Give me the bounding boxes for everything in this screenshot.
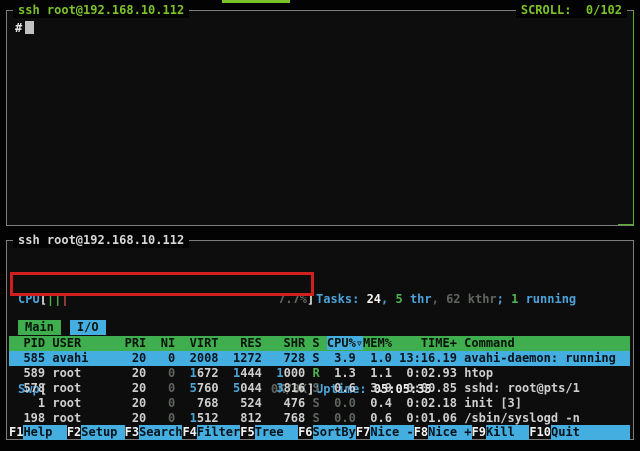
fkey-filter[interactable]: F4Filter	[182, 425, 240, 440]
table-row[interactable]: 1 root 20 0 768 524 476 S 0.0 0.4 0:02.1…	[9, 396, 630, 411]
bottom-pane-title: ssh root@192.168.10.112	[13, 233, 189, 248]
screen-artifact	[222, 0, 290, 3]
active-pane-accent	[618, 224, 634, 225]
top-terminal-pane[interactable]: ssh root@192.168.10.112 SCROLL: 0/102 #	[6, 10, 634, 226]
function-key-bar: F1Help F2Setup F3SearchF4FilterF5Tree F6…	[9, 425, 630, 440]
fkey-tree[interactable]: F5Tree	[240, 425, 298, 440]
bottom-terminal-pane[interactable]: ssh root@192.168.10.112 CPU[||| 7.7%] Me…	[6, 240, 634, 440]
terminal-cursor	[25, 21, 34, 34]
table-row[interactable]: 578 root 20 0 5760 5044 3816 S 0.6 3.9 0…	[9, 381, 630, 396]
cpu-meter: CPU[||| 7.7%]	[18, 292, 314, 307]
table-row[interactable]: 589 root 20 0 1672 1444 1000 R 1.3 1.1 0…	[9, 366, 630, 381]
tasks-summary: Tasks: 24, 5 thr, 62 kthr; 1 running	[316, 292, 576, 307]
fkey-help[interactable]: F1Help	[9, 425, 67, 440]
fkey-kill[interactable]: F9Kill	[472, 425, 530, 440]
process-table-header[interactable]: PID USER PRI NI VIRT RES SHR S CPU%▿MEM%…	[9, 336, 630, 351]
process-table: 585 avahi 20 0 2008 1272 728 S 3.9 1.0 1…	[9, 351, 630, 426]
fkey-quit[interactable]: F10Quit	[529, 425, 630, 440]
table-row[interactable]: 198 root 20 0 1512 812 768 S 0.0 0.6 0:0…	[9, 411, 630, 426]
table-row[interactable]: 585 avahi 20 0 2008 1272 728 S 3.9 1.0 1…	[9, 351, 630, 366]
top-pane-title: ssh root@192.168.10.112	[13, 3, 189, 18]
tab-main[interactable]: Main	[18, 320, 61, 335]
fkey-nice-[interactable]: F7Nice -	[356, 425, 414, 440]
tab-i-o[interactable]: I/O	[70, 320, 106, 335]
shell-prompt[interactable]: #	[15, 21, 34, 36]
prompt-char: #	[15, 21, 22, 35]
fkey-search[interactable]: F3Search	[125, 425, 183, 440]
fkey-sortby[interactable]: F6SortBy	[298, 425, 356, 440]
htop-info: Tasks: 24, 5 thr, 62 kthr; 1 running Loa…	[316, 262, 576, 307]
fkey-nice-[interactable]: F8Nice +	[414, 425, 472, 440]
htop-meters: CPU[||| 7.7%] Mem[||||||||||||||||||||||…	[18, 262, 314, 307]
scroll-indicator: SCROLL: 0/102	[516, 3, 627, 18]
fkey-setup[interactable]: F2Setup	[67, 425, 125, 440]
htop-tabs: Main I/O	[18, 320, 115, 335]
